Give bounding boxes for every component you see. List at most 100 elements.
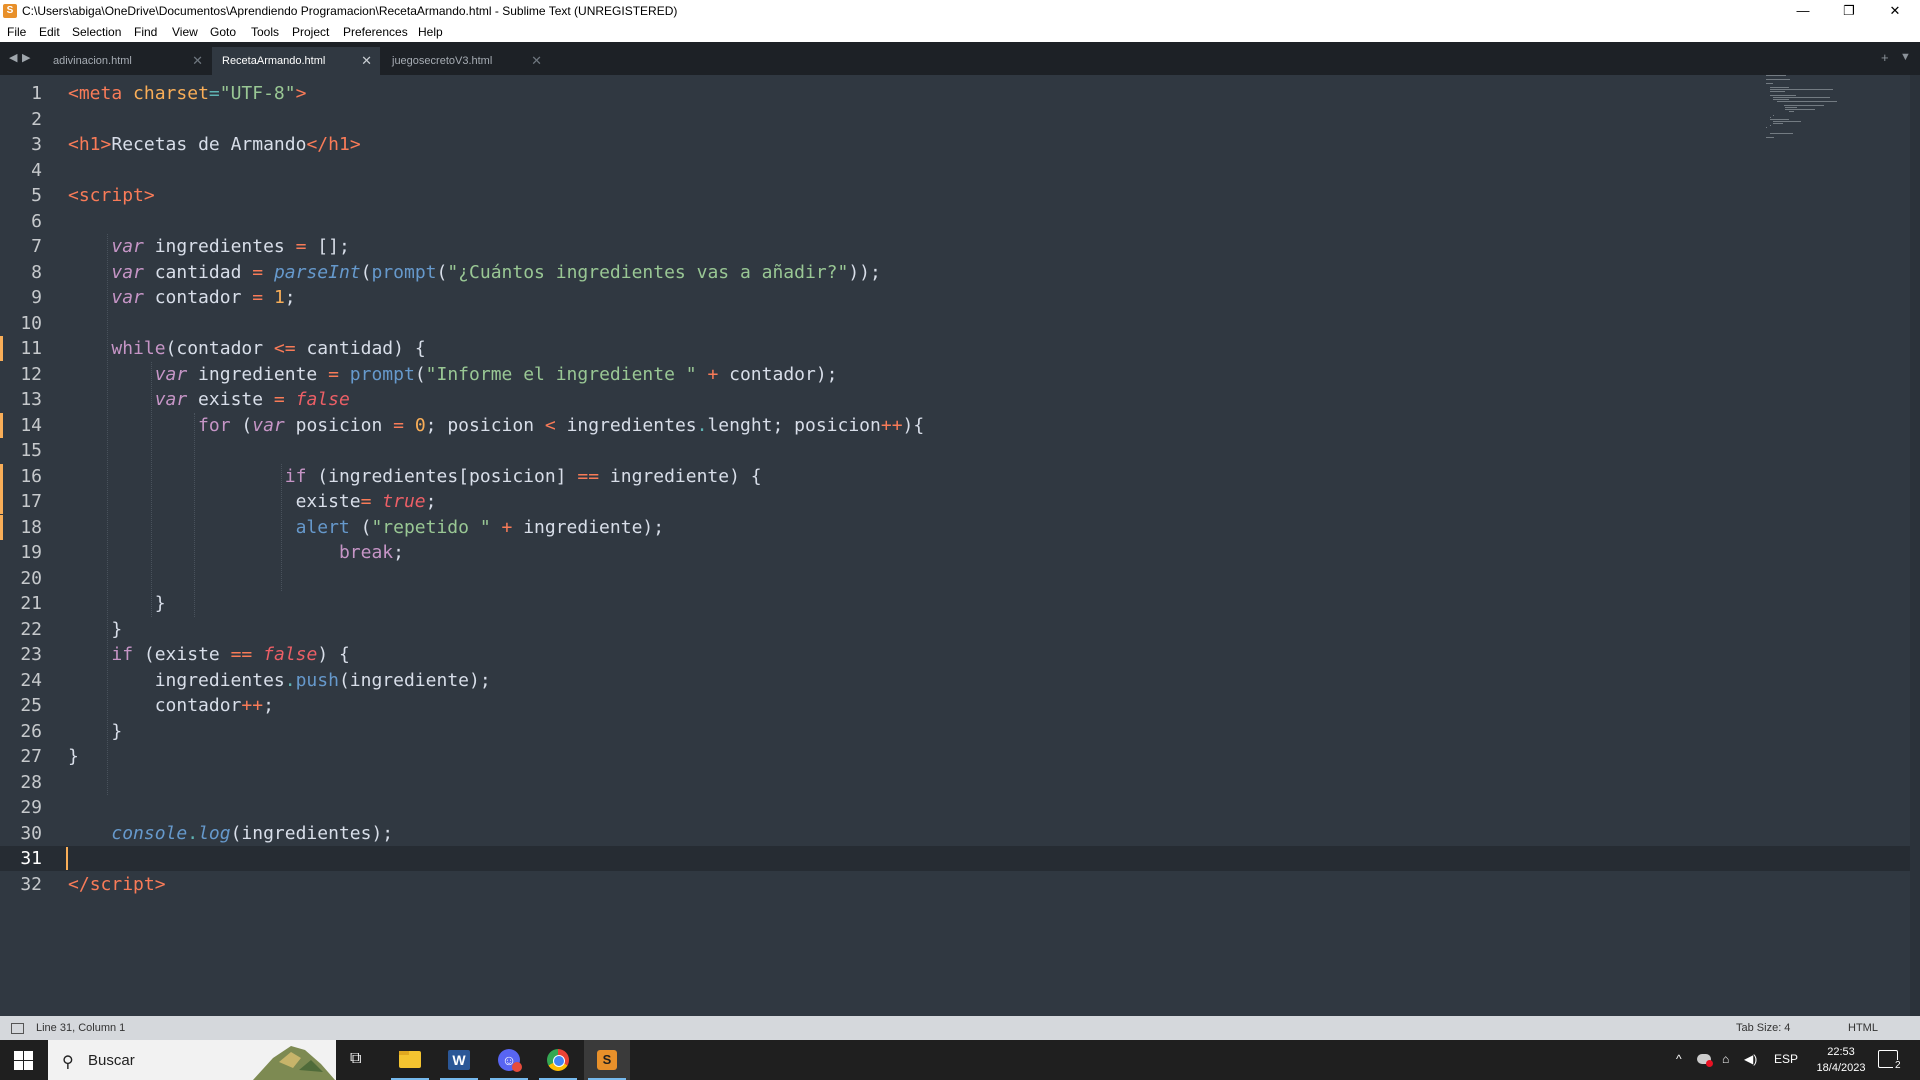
- syntax-indicator[interactable]: HTML: [1848, 1022, 1878, 1034]
- code-token: var: [154, 363, 188, 385]
- code-line[interactable]: <script>: [68, 183, 155, 208]
- code-line[interactable]: ingredientes.push(ingrediente);: [68, 668, 491, 693]
- code-token: "¿Cuántos ingredientes vas a añadir?": [447, 261, 849, 283]
- tab-juego-secreto[interactable]: juegosecretoV3.html ✕: [382, 47, 550, 75]
- code-line[interactable]: alert ("repetido " + ingrediente);: [68, 515, 665, 540]
- menu-bar: File Edit Selection Find View Goto Tools…: [0, 22, 1920, 42]
- windows-logo-icon: [24, 1061, 33, 1070]
- taskbar-search[interactable]: ⚲ Buscar: [48, 1040, 336, 1080]
- tab-list-icon[interactable]: ▼: [1900, 51, 1911, 63]
- tab-label: juegosecretoV3.html: [392, 55, 493, 67]
- code-line[interactable]: var ingrediente = prompt("Informe el ing…: [68, 362, 838, 387]
- menu-find[interactable]: Find: [134, 25, 157, 39]
- code-token: <=: [273, 338, 296, 359]
- code-line[interactable]: <meta charset="UTF-8">: [68, 81, 306, 106]
- tray-chevron-icon[interactable]: ^: [1676, 1052, 1682, 1066]
- code-token: ) {: [317, 644, 350, 665]
- menu-selection[interactable]: Selection: [72, 25, 121, 39]
- code-token: h1: [78, 134, 101, 155]
- code-token: ));: [848, 261, 881, 283]
- minimap-line: [1773, 123, 1784, 124]
- panel-toggle-icon[interactable]: [11, 1023, 24, 1034]
- code-token: if: [284, 465, 307, 487]
- word-button[interactable]: W: [436, 1040, 482, 1080]
- tab-size-indicator[interactable]: Tab Size: 4: [1736, 1022, 1790, 1034]
- code-token: lenght; posicion: [707, 414, 881, 436]
- code-line[interactable]: var ingredientes = [];: [68, 234, 350, 259]
- menu-view[interactable]: View: [172, 25, 198, 39]
- start-button[interactable]: [0, 1040, 46, 1080]
- code-token: [];: [306, 236, 350, 257]
- file-explorer-button[interactable]: [387, 1040, 433, 1080]
- volume-icon[interactable]: ◀): [1744, 1052, 1757, 1066]
- close-button[interactable]: ✕: [1872, 0, 1918, 22]
- code-line[interactable]: contador++;: [68, 693, 274, 718]
- code-line[interactable]: var existe = false: [68, 387, 350, 412]
- new-tab-icon[interactable]: +: [1881, 50, 1889, 65]
- error-badge-icon: [1706, 1060, 1713, 1067]
- menu-help[interactable]: Help: [418, 25, 443, 39]
- code-line[interactable]: break;: [68, 540, 404, 565]
- code-line[interactable]: var cantidad = parseInt(prompt("¿Cuántos…: [68, 260, 881, 285]
- menu-project[interactable]: Project: [292, 25, 329, 39]
- code-line[interactable]: }: [68, 591, 166, 616]
- tab-receta-armando[interactable]: RecetaArmando.html ✕: [212, 47, 380, 75]
- code-token: (: [360, 261, 372, 283]
- modified-line-marker: [0, 463, 3, 489]
- code-token: meta: [78, 83, 123, 104]
- code-line[interactable]: for (var posicion = 0; posicion < ingred…: [68, 413, 924, 438]
- menu-goto[interactable]: Goto: [210, 25, 236, 39]
- menu-edit[interactable]: Edit: [39, 25, 60, 39]
- sublime-text-button[interactable]: S: [584, 1040, 630, 1080]
- menu-file[interactable]: File: [7, 25, 26, 39]
- chrome-button[interactable]: [535, 1040, 581, 1080]
- code-line[interactable]: if (existe == false) {: [68, 642, 350, 667]
- code-editor[interactable]: 1 2 3 4 5 6 7 8 9 10 11 12 13 14 15 16 17 18 19 20 21 22 23 24 2…: [0, 75, 1920, 1016]
- code-token: h1: [328, 134, 350, 155]
- tab-close-icon[interactable]: ✕: [531, 53, 542, 69]
- code-token: false: [295, 389, 350, 410]
- code-token: <: [68, 83, 79, 104]
- task-view-button[interactable]: ⧉: [336, 1040, 382, 1080]
- code-line[interactable]: existe= true;: [68, 489, 437, 514]
- network-icon[interactable]: ⌂: [1722, 1052, 1729, 1066]
- code-token: contador: [143, 287, 253, 308]
- tab-adivinacion[interactable]: adivinacion.html ✕: [43, 47, 211, 75]
- minimap-line: [1784, 107, 1797, 108]
- restore-button[interactable]: ❐: [1826, 0, 1872, 22]
- code-line[interactable]: var contador = 1;: [68, 285, 295, 310]
- code-token: cantidad) {: [295, 338, 426, 359]
- code-line[interactable]: </script>: [68, 872, 166, 897]
- tab-nav-right-icon[interactable]: ▶: [22, 51, 30, 64]
- vertical-scrollbar[interactable]: [1910, 75, 1920, 1016]
- cursor-position[interactable]: Line 31, Column 1: [36, 1022, 125, 1034]
- minimap[interactable]: [1766, 75, 1886, 145]
- language-indicator[interactable]: ESP: [1774, 1052, 1798, 1066]
- line-number: 23: [20, 644, 42, 665]
- minimize-button[interactable]: —: [1780, 0, 1826, 22]
- menu-tools[interactable]: Tools: [251, 25, 279, 39]
- code-line[interactable]: while(contador <= cantidad) {: [68, 336, 426, 361]
- code-token: <: [544, 414, 556, 436]
- search-placeholder: Buscar: [88, 1052, 135, 1069]
- tab-nav-left-icon[interactable]: ◀: [9, 51, 17, 64]
- code-line[interactable]: }: [68, 617, 122, 642]
- line-number: 10: [20, 312, 42, 334]
- menu-preferences[interactable]: Preferences: [343, 25, 408, 39]
- code-line[interactable]: }: [68, 719, 122, 744]
- code-token: (ingredientes);: [230, 822, 394, 844]
- code-line[interactable]: }: [68, 744, 79, 769]
- discord-button[interactable]: ☺: [486, 1040, 532, 1080]
- line-number: 18: [20, 516, 42, 538]
- code-token: alert: [295, 516, 350, 538]
- code-line[interactable]: console.log(ingredientes);: [68, 821, 393, 846]
- code-line[interactable]: if (ingredientes[posicion] == ingredient…: [68, 464, 762, 489]
- code-line[interactable]: <h1>Recetas de Armando</h1>: [68, 132, 361, 157]
- tab-close-icon[interactable]: ✕: [361, 53, 372, 69]
- clock[interactable]: 22:53 18/4/2023: [1816, 1044, 1866, 1076]
- notification-badge-icon: [512, 1062, 522, 1072]
- tab-close-icon[interactable]: ✕: [192, 53, 203, 69]
- minimap-line: [1769, 91, 1785, 92]
